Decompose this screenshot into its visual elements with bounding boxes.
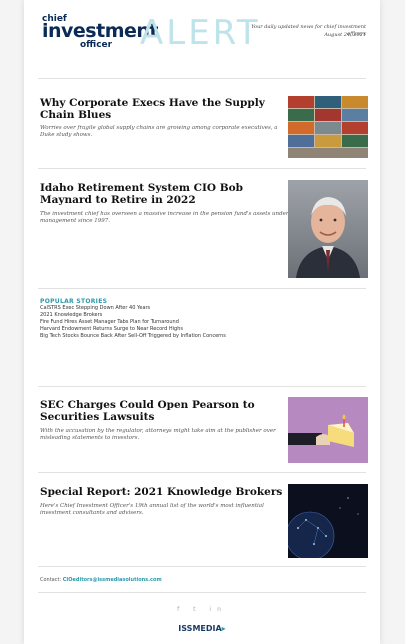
social-icons-row[interactable]: f t in [24, 606, 380, 613]
issue-date: August 24, 2021 [324, 32, 366, 38]
newsletter-page: chief investment officer ALERT Your dail… [24, 0, 380, 644]
contact-email-link[interactable]: CIOeditors@issmediasolutions.com [63, 577, 162, 583]
portrait-photo-image[interactable] [288, 180, 368, 278]
alert-banner-text: ALERT [140, 13, 261, 53]
footer-divider [38, 592, 366, 593]
newsletter-header: chief investment officer ALERT Your dail… [24, 0, 380, 62]
popular-stories: POPULAR STORIES CalSTRS Exec Stepping Do… [40, 298, 360, 340]
article-divider [38, 288, 366, 289]
logo-bottom-text: officer [80, 40, 113, 50]
article-subtitle-sec-pearson: With the accusation by the regulator, at… [40, 428, 276, 441]
brand-text: ISSMEDIA [178, 624, 222, 633]
section-divider [38, 386, 366, 387]
article-divider [38, 472, 366, 473]
article-title-supply-chain[interactable]: Why Corporate Execs Have the Supply Chai… [40, 97, 290, 121]
footer-divider [38, 566, 366, 567]
popular-story-link[interactable]: Big Tech Stocks Bounce Back After Sell-O… [40, 333, 360, 340]
article-title-knowledge-brokers[interactable]: Special Report: 2021 Knowledge Brokers [40, 486, 290, 498]
article-subtitle-knowledge-brokers: Here's Chief Investment Officer's 19th a… [40, 503, 264, 516]
article-title-sec-pearson[interactable]: SEC Charges Could Open Pearson to Securi… [40, 399, 290, 423]
header-divider [38, 78, 366, 79]
article-subtitle-idaho-cio: The investment chief has overseen a mass… [40, 211, 289, 224]
article-divider [38, 168, 366, 169]
article-title-idaho-cio[interactable]: Idaho Retirement System CIO Bob Maynard … [40, 182, 290, 206]
popular-story-link[interactable]: CalSTRS Exec Stepping Down After 40 Year… [40, 305, 360, 312]
issmedia-logo[interactable]: ISSMEDIA▸ [24, 624, 380, 633]
shipping-containers-image[interactable] [288, 96, 368, 158]
play-triangle-icon: ▸ [221, 624, 226, 633]
network-globe-image[interactable] [288, 484, 368, 558]
contact-line: Contact: CIOeditors@issmediasolutions.co… [40, 577, 162, 583]
contact-label: Contact [40, 577, 60, 583]
popular-story-link[interactable]: Harvard Endowment Returns Surge to Near … [40, 326, 360, 333]
popular-stories-heading: POPULAR STORIES [40, 298, 108, 305]
popular-story-link[interactable]: Fire Fund Hires Asset Manager Tabs Plan … [40, 319, 360, 326]
popular-story-link[interactable]: 2021 Knowledge Brokers [40, 312, 360, 319]
article-subtitle-supply-chain: Worries over fragile global supply chain… [40, 125, 278, 138]
cake-slice-illustration[interactable] [288, 397, 368, 463]
